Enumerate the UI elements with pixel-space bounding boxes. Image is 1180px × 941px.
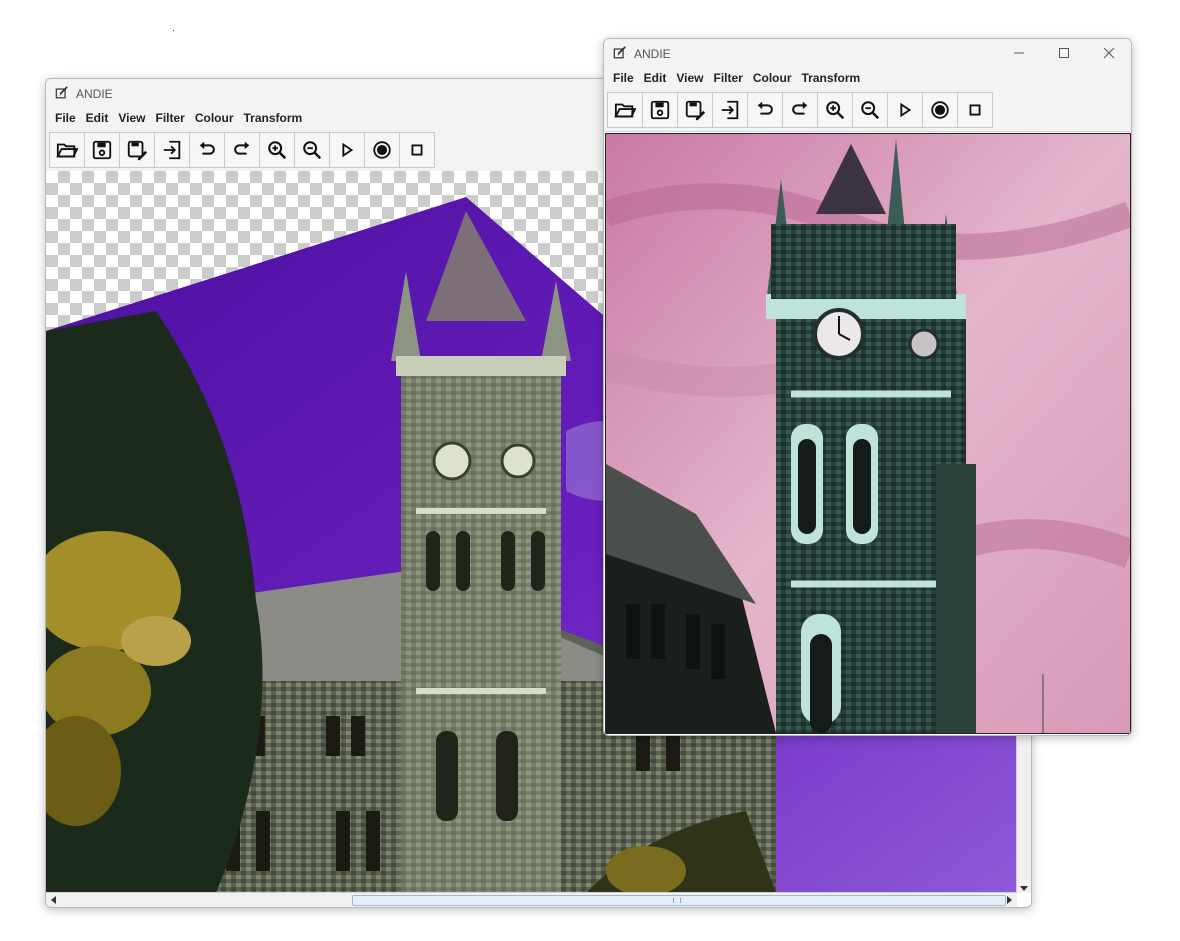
play-button[interactable] <box>330 133 365 167</box>
scroll-grip-icon <box>673 898 681 903</box>
zoom-in-button[interactable] <box>260 133 295 167</box>
save-icon <box>650 100 670 120</box>
window-title: ANDIE <box>634 47 671 61</box>
menu-view[interactable]: View <box>114 111 149 125</box>
save-as-icon <box>127 140 148 161</box>
window-title: ANDIE <box>76 87 113 101</box>
redo-button[interactable] <box>225 133 260 167</box>
andie-window-front: ANDIE File Edit View Filter Colour Trans… <box>603 38 1132 736</box>
save-as-button[interactable] <box>678 93 713 127</box>
maximize-icon <box>1058 48 1069 58</box>
title-bar[interactable]: ANDIE <box>604 39 1131 67</box>
window-controls <box>996 39 1131 67</box>
menu-colour[interactable]: Colour <box>191 111 238 125</box>
menu-colour[interactable]: Colour <box>749 71 796 85</box>
menu-filter[interactable]: Filter <box>709 71 746 85</box>
zoom-in-button[interactable] <box>818 93 853 127</box>
export-icon <box>163 140 181 160</box>
scroll-right-arrow-icon[interactable] <box>1007 896 1012 904</box>
record-icon <box>373 141 391 159</box>
save-as-icon <box>685 100 706 121</box>
toolbar <box>604 89 1131 132</box>
menu-edit[interactable]: Edit <box>640 71 671 85</box>
undo-button[interactable] <box>190 133 225 167</box>
stop-button[interactable] <box>400 133 434 167</box>
play-icon <box>342 142 354 158</box>
horizontal-scroll-thumb[interactable] <box>352 895 1006 906</box>
export-button[interactable] <box>713 93 748 127</box>
save-icon <box>92 140 112 160</box>
save-button[interactable] <box>85 133 120 167</box>
menu-edit[interactable]: Edit <box>82 111 113 125</box>
zoom-out-button[interactable] <box>853 93 888 127</box>
open-folder-icon <box>56 143 78 158</box>
menu-file[interactable]: File <box>609 71 638 85</box>
scroll-left-arrow-icon[interactable] <box>51 896 56 904</box>
toolbar-buttons <box>607 92 993 128</box>
menu-transform[interactable]: Transform <box>798 71 865 85</box>
menu-transform[interactable]: Transform <box>240 111 307 125</box>
play-button[interactable] <box>888 93 923 127</box>
stop-button[interactable] <box>958 93 992 127</box>
redo-icon <box>792 101 808 115</box>
close-button[interactable] <box>1086 39 1131 67</box>
open-folder-icon <box>614 103 636 118</box>
menu-filter[interactable]: Filter <box>151 111 188 125</box>
open-button[interactable] <box>50 133 85 167</box>
stop-icon <box>411 144 423 156</box>
zoom-in-icon <box>268 141 287 160</box>
menu-file[interactable]: File <box>51 111 80 125</box>
undo-button[interactable] <box>748 93 783 127</box>
redo-button[interactable] <box>783 93 818 127</box>
stop-icon <box>969 104 981 116</box>
play-icon <box>900 102 912 118</box>
zoom-out-icon <box>861 101 880 120</box>
minimize-icon <box>1013 52 1024 54</box>
undo-icon <box>757 101 773 115</box>
zoom-out-button[interactable] <box>295 133 330 167</box>
image-canvas[interactable] <box>605 133 1131 734</box>
desktop-artifact <box>173 30 174 31</box>
export-icon <box>721 100 739 120</box>
save-button[interactable] <box>643 93 678 127</box>
record-button[interactable] <box>365 133 400 167</box>
clock-tower-image <box>606 134 1130 733</box>
menu-view[interactable]: View <box>672 71 707 85</box>
record-button[interactable] <box>923 93 958 127</box>
minimize-button[interactable] <box>996 39 1041 67</box>
record-icon <box>931 101 949 119</box>
horizontal-scrollbar[interactable] <box>46 892 1017 907</box>
zoom-in-icon <box>826 101 845 120</box>
app-logo-icon <box>613 46 626 59</box>
scroll-down-arrow-icon[interactable] <box>1020 886 1028 891</box>
maximize-button[interactable] <box>1041 39 1086 67</box>
close-icon <box>1103 47 1114 59</box>
redo-icon <box>234 141 250 155</box>
save-as-button[interactable] <box>120 133 155 167</box>
export-button[interactable] <box>155 133 190 167</box>
toolbar-buttons <box>49 132 435 168</box>
zoom-out-icon <box>303 141 322 160</box>
open-button[interactable] <box>608 93 643 127</box>
app-logo-icon <box>55 86 68 99</box>
undo-icon <box>199 141 215 155</box>
menu-bar: File Edit View Filter Colour Transform <box>604 67 1131 89</box>
